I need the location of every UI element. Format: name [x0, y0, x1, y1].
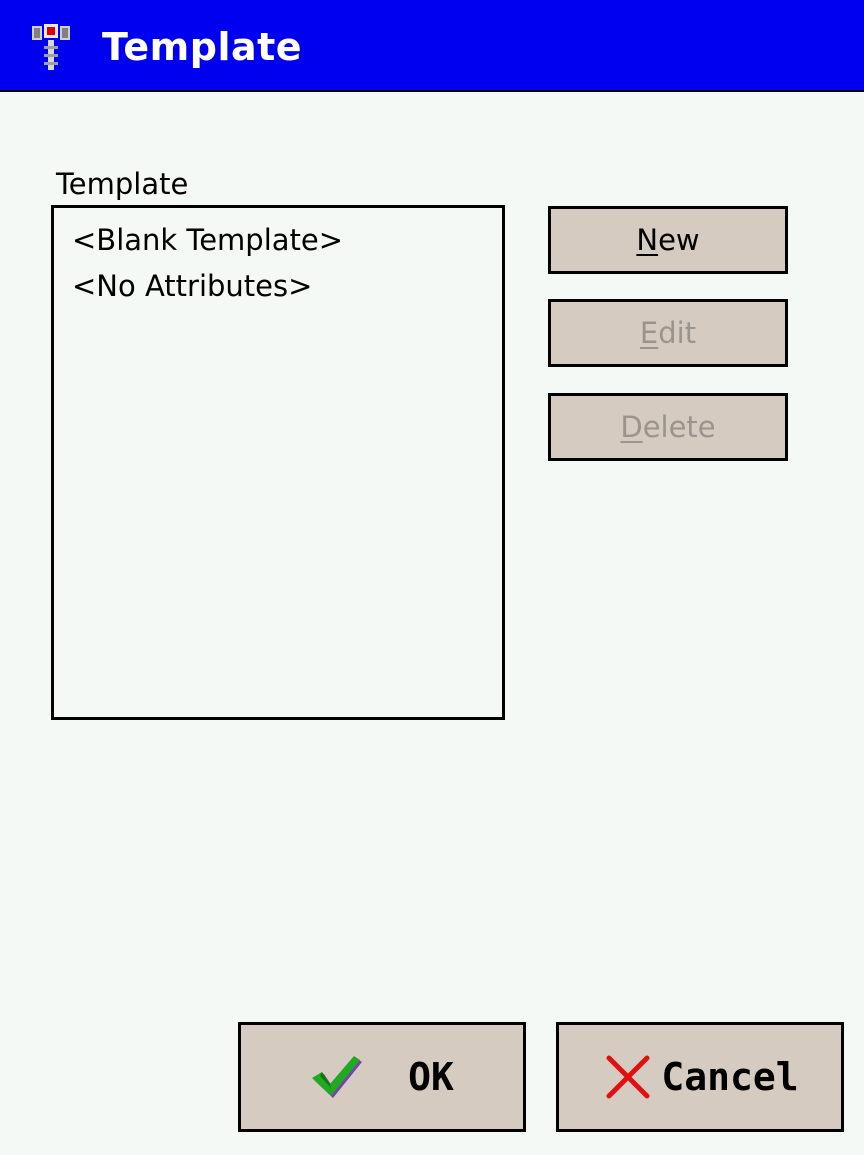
delete-button[interactable]: Delete — [548, 393, 788, 461]
new-button-accel: N — [636, 223, 659, 257]
edit-button-label: dit — [658, 316, 697, 350]
delete-button-label: elete — [642, 410, 716, 444]
template-listbox[interactable]: <Blank Template> <No Attributes> — [51, 205, 505, 720]
close-x-icon — [606, 1055, 650, 1099]
new-button-label: ew — [658, 223, 700, 257]
delete-button-accel: D — [620, 410, 643, 444]
checkmark-icon — [312, 1056, 363, 1098]
new-button[interactable]: New — [548, 206, 788, 274]
title-bar: Template — [0, 0, 864, 92]
app-icon — [32, 24, 70, 70]
window-title: Template — [102, 25, 303, 69]
list-item-blank-template[interactable]: <Blank Template> — [72, 222, 343, 258]
template-list-label: Template — [56, 167, 189, 201]
edit-button[interactable]: Edit — [548, 299, 788, 367]
list-item-no-attributes[interactable]: <No Attributes> — [72, 268, 312, 304]
edit-button-accel: E — [639, 316, 659, 350]
cancel-button-label: Cancel — [661, 1055, 799, 1099]
ok-button[interactable]: OK — [238, 1022, 526, 1132]
ok-button-label: OK — [408, 1055, 454, 1099]
cancel-button[interactable]: Cancel — [556, 1022, 844, 1132]
